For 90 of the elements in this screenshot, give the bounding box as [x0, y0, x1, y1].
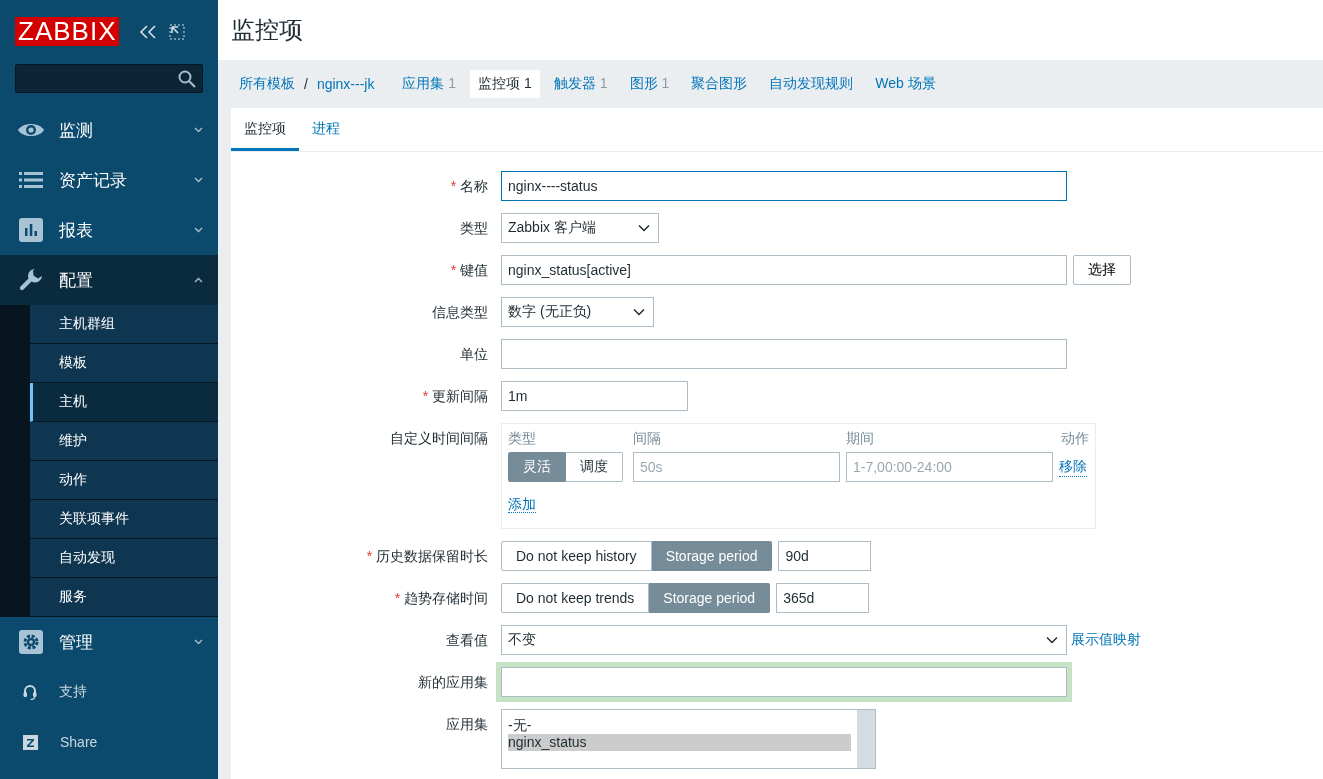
menu-section[interactable]: 报表 — [0, 205, 218, 255]
text-field[interactable]: nginx_status[active] — [501, 255, 1067, 285]
submenu-item[interactable]: 维护 — [30, 422, 218, 461]
field-label: 更新间隔 — [432, 388, 488, 404]
scrollbar[interactable] — [857, 710, 875, 768]
collapse-icon[interactable] — [139, 24, 158, 39]
submenu-item[interactable]: 动作 — [30, 461, 218, 500]
wrench-icon — [19, 268, 43, 292]
list-icon — [19, 172, 43, 188]
field-label: 单位 — [460, 346, 488, 362]
expand-icon[interactable] — [169, 23, 186, 40]
field-label: 历史数据保留时长 — [376, 548, 488, 564]
text-field[interactable] — [501, 339, 1067, 369]
field-label: 信息类型 — [432, 304, 488, 320]
column-header: 间隔 — [633, 430, 662, 448]
chevron-up-icon — [194, 277, 203, 283]
chevron-down-icon — [194, 639, 203, 645]
field-label: 应用集 — [446, 716, 488, 732]
menu-section[interactable]: 管理 — [0, 617, 218, 667]
submenu-item[interactable]: 模板 — [30, 344, 218, 383]
field-label: 类型 — [460, 220, 488, 236]
submenu-item[interactable]: 服务 — [30, 578, 218, 617]
support-link[interactable]: 支持 — [0, 667, 218, 717]
z-logo-icon — [23, 734, 38, 750]
field-label: 新的应用集 — [418, 674, 488, 690]
text-field[interactable]: nginx----status — [501, 171, 1067, 201]
menu-section[interactable]: 资产记录 — [0, 155, 218, 205]
breadcrumb-link[interactable]: nginx---jk — [316, 76, 375, 92]
nav-tab[interactable]: 触发器 1 — [545, 70, 616, 98]
search-field[interactable] — [15, 64, 203, 93]
nav-tab[interactable]: 聚合图形 — [683, 70, 756, 98]
page-title: 监控项 — [231, 15, 303, 45]
gear-icon — [19, 630, 43, 654]
logo[interactable]: ZABBIX — [15, 17, 120, 46]
select-dropdown[interactable]: 不变 — [501, 625, 1067, 655]
field-label: 趋势存储时间 — [404, 590, 488, 606]
submenu-item[interactable]: 主机 — [30, 383, 218, 422]
column-header: 类型 — [508, 430, 537, 448]
period-field[interactable]: 365d — [776, 583, 870, 613]
submenu-item[interactable]: 自动发现 — [30, 539, 218, 578]
list-option[interactable]: nginx_status — [508, 734, 851, 751]
eye-icon — [17, 121, 45, 139]
select-button[interactable]: 选择 — [1073, 255, 1131, 285]
nav-tab[interactable]: 图形 1 — [621, 70, 678, 98]
storage-option[interactable]: Do not keep trends — [501, 583, 650, 613]
headset-icon — [23, 684, 37, 700]
text-field[interactable] — [496, 662, 1072, 702]
breadcrumb-link[interactable]: 所有模板 — [239, 75, 295, 93]
field-label: 名称 — [460, 178, 488, 194]
submenu-item[interactable]: 主机群组 — [30, 305, 218, 344]
chevron-down-icon — [194, 127, 203, 133]
required-mark: * — [450, 262, 457, 278]
column-header: 动作 — [1060, 430, 1089, 448]
bar-chart-icon — [19, 218, 43, 242]
application-listbox[interactable]: -无- nginx_status — [501, 709, 876, 769]
breadcrumb-separator: / — [304, 76, 308, 92]
nav-tab[interactable]: 自动发现规则 — [761, 70, 862, 98]
nav-tab[interactable]: Web 场景 — [867, 70, 944, 98]
tab[interactable]: 监控项 — [231, 108, 299, 151]
required-mark: * — [366, 548, 373, 564]
submenu-item[interactable]: 关联项事件 — [30, 500, 218, 539]
menu-section[interactable]: 监测 — [0, 105, 218, 155]
storage-option[interactable]: Do not keep history — [501, 541, 652, 571]
menu-section[interactable]: 配置 — [0, 255, 218, 305]
nav-tab[interactable]: 监控项 1 — [470, 70, 540, 98]
chevron-down-icon — [637, 224, 650, 232]
required-mark: * — [394, 590, 401, 606]
select-dropdown[interactable]: Zabbix 客户端 — [501, 213, 659, 243]
required-mark: * — [450, 178, 457, 194]
chevron-down-icon — [1046, 636, 1058, 644]
value-mapping-link[interactable]: 展示值映射 — [1071, 631, 1141, 649]
nav-tab[interactable]: 应用集 1 — [394, 70, 465, 98]
list-option[interactable]: -无- — [508, 717, 851, 734]
required-mark: * — [422, 388, 429, 404]
field-label: 键值 — [460, 262, 488, 278]
column-header: 期间 — [846, 430, 875, 448]
select-dropdown[interactable]: 数字 (无正负) — [501, 297, 655, 327]
share-link[interactable]: Share — [0, 717, 218, 767]
chevron-down-icon — [194, 227, 203, 233]
add-link[interactable]: 添加 — [508, 496, 536, 513]
text-field[interactable]: 1m — [501, 381, 688, 411]
field-label: 查看值 — [446, 632, 488, 648]
search-icon[interactable] — [178, 69, 196, 88]
chevron-down-icon — [633, 308, 646, 316]
mode-toggle[interactable]: 调度 — [566, 452, 623, 482]
remove-link[interactable]: 移除 — [1059, 457, 1087, 477]
tab[interactable]: 进程 — [299, 108, 353, 151]
period-field[interactable]: 90d — [778, 541, 872, 571]
field-label: 自定义时间间隔 — [390, 430, 488, 446]
chevron-down-icon — [194, 177, 203, 183]
